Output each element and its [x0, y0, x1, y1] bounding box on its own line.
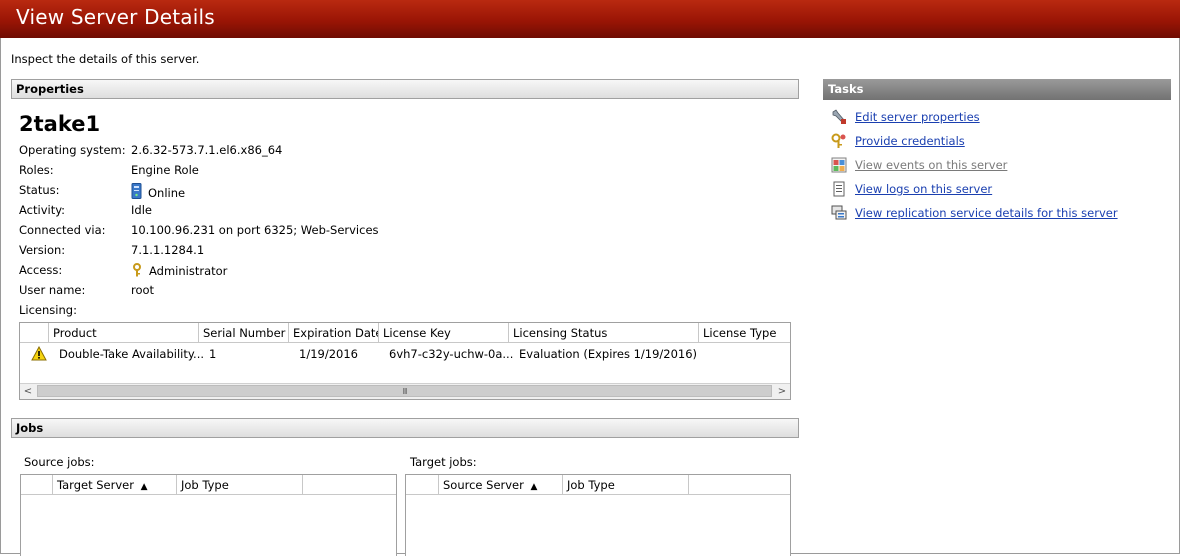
cell-expiration-date: 1/19/2016 [299, 347, 358, 361]
credentials-key-icon [831, 133, 846, 148]
column-header-job-type[interactable]: Job Type [177, 475, 303, 495]
grid-header-icon-column[interactable] [20, 323, 49, 343]
target-grid-icon-column[interactable] [406, 475, 439, 495]
source-grid-empty-column[interactable] [303, 475, 396, 495]
sort-ascending-icon: ▲ [140, 482, 148, 492]
jobs-header: Jobs [11, 418, 799, 438]
key-icon [133, 263, 141, 277]
scroll-right-arrow-icon[interactable]: > [774, 384, 790, 399]
table-row[interactable]: Double-Take Availability... 1 1/19/2016 … [20, 343, 790, 365]
scroll-grip: III [402, 387, 407, 396]
view-replication-service-details-link[interactable]: View replication service details for thi… [855, 206, 1118, 220]
roles-label: Roles: [19, 163, 54, 177]
connected-via-label: Connected via: [19, 223, 106, 237]
column-header-license-key[interactable]: License Key [379, 323, 509, 343]
activity-label: Activity: [19, 203, 66, 217]
column-header-serial-number[interactable]: Serial Number [199, 323, 289, 343]
source-server-header-label: Source Server [443, 478, 524, 492]
source-jobs-label: Source jobs: [24, 455, 95, 469]
licensing-label: Licensing: [19, 303, 77, 317]
cell-product: Double-Take Availability... [59, 347, 205, 361]
target-jobs-label: Target jobs: [410, 455, 477, 469]
server-name: 2take1 [19, 112, 101, 136]
page-subtitle: Inspect the details of this server. [11, 52, 200, 66]
access-value: Administrator [131, 263, 227, 278]
events-icon [831, 157, 847, 173]
status-value: Online [131, 183, 185, 200]
log-icon [833, 181, 845, 197]
horizontal-scrollbar[interactable]: < III > [20, 383, 790, 399]
view-events-link[interactable]: View events on this server [855, 158, 1007, 172]
version-label: Version: [19, 243, 66, 257]
scroll-thumb[interactable]: III [37, 385, 772, 397]
source-grid-icon-column[interactable] [21, 475, 53, 495]
column-header-licensing-status[interactable]: Licensing Status [509, 323, 699, 343]
os-value: 2.6.32-573.7.1.el6.x86_64 [131, 143, 283, 157]
source-jobs-grid[interactable]: Target Server ▲ Job Type [20, 474, 397, 556]
target-server-header-label: Target Server [57, 478, 134, 492]
connected-via-value: 10.100.96.231 on port 6325; Web-Services [131, 223, 379, 237]
os-label: Operating system: [19, 143, 126, 157]
column-header-job-type[interactable]: Job Type [563, 475, 689, 495]
access-text: Administrator [149, 264, 228, 278]
tasks-header: Tasks [823, 79, 1171, 100]
username-label: User name: [19, 283, 86, 297]
properties-header: Properties [11, 79, 799, 99]
status-label: Status: [19, 183, 60, 197]
status-text: Online [148, 186, 186, 200]
window-title: View Server Details [16, 5, 215, 29]
access-label: Access: [19, 263, 63, 277]
title-bar: View Server Details [0, 0, 1180, 38]
cell-licensing-status: Evaluation (Expires 1/19/2016) [519, 347, 698, 361]
replication-icon [831, 205, 847, 220]
wrench-icon [832, 109, 846, 124]
view-logs-link[interactable]: View logs on this server [855, 182, 992, 196]
warning-icon [31, 346, 47, 361]
server-online-icon [131, 183, 142, 199]
target-jobs-grid[interactable]: Source Server ▲ Job Type [405, 474, 791, 556]
column-header-product[interactable]: Product [49, 323, 199, 343]
column-header-target-server[interactable]: Target Server ▲ [53, 475, 177, 495]
activity-value: Idle [131, 203, 152, 217]
edit-server-properties-link[interactable]: Edit server properties [855, 110, 980, 124]
sort-ascending-icon: ▲ [530, 482, 538, 492]
licensing-grid[interactable]: Product Serial Number Expiration Date Li… [19, 322, 791, 400]
scroll-left-arrow-icon[interactable]: < [20, 384, 36, 399]
cell-license-key: 6vh7-c32y-uchw-0a... [389, 347, 514, 361]
column-header-license-type[interactable]: License Type [699, 323, 790, 343]
provide-credentials-link[interactable]: Provide credentials [855, 134, 965, 148]
roles-value: Engine Role [131, 163, 199, 177]
column-header-expiration-date[interactable]: Expiration Date [289, 323, 379, 343]
username-value: root [131, 283, 155, 297]
cell-serial-number: 1 [209, 347, 217, 361]
column-header-source-server[interactable]: Source Server ▲ [439, 475, 563, 495]
target-grid-empty-column[interactable] [689, 475, 790, 495]
version-value: 7.1.1.1284.1 [131, 243, 205, 257]
